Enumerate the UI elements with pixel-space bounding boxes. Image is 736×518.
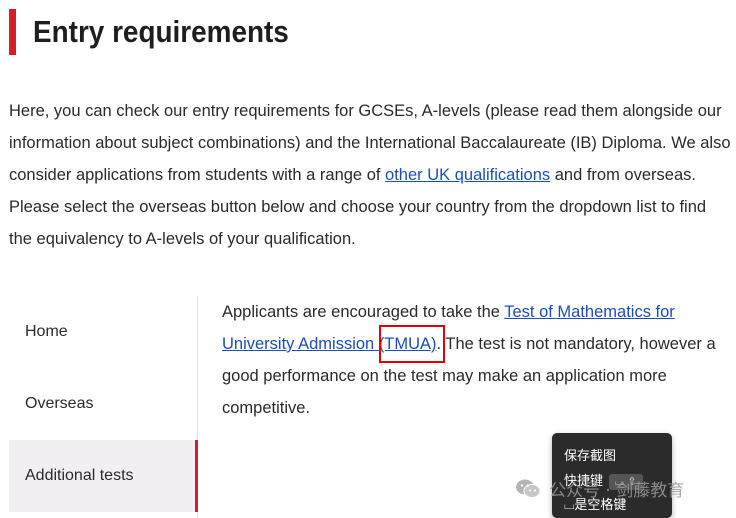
tab-overseas[interactable]: Overseas [9, 368, 197, 440]
watermark: 公众号 · 剑藤教育 [515, 476, 684, 501]
intro-paragraph: Here, you can check our entry requiremen… [9, 95, 733, 255]
tab-label: Home [25, 323, 68, 340]
save-screenshot-menu-item[interactable]: 保存截图 [564, 446, 616, 468]
watermark-text: 公众号 · 剑藤教育 [549, 481, 685, 501]
page-heading: Entry requirements [9, 9, 317, 55]
other-uk-qualifications-link[interactable]: other UK qualifications [385, 166, 550, 184]
tab-home[interactable]: Home [9, 296, 197, 368]
content-text-start: Applicants are encouraged to take the [222, 303, 505, 321]
tab-label: Overseas [25, 395, 94, 412]
page-title: Entry requirements [33, 14, 289, 49]
tab-label: Additional tests [25, 467, 134, 484]
heading-accent-bar [9, 9, 16, 55]
entry-tabs: Home Overseas Additional tests [9, 296, 198, 518]
additional-tests-text: Applicants are encouraged to take the Te… [222, 296, 732, 424]
tab-additional-tests[interactable]: Additional tests [9, 440, 198, 512]
wechat-icon [516, 479, 541, 498]
tmua-link-abbr: (TMUA) [378, 335, 437, 353]
